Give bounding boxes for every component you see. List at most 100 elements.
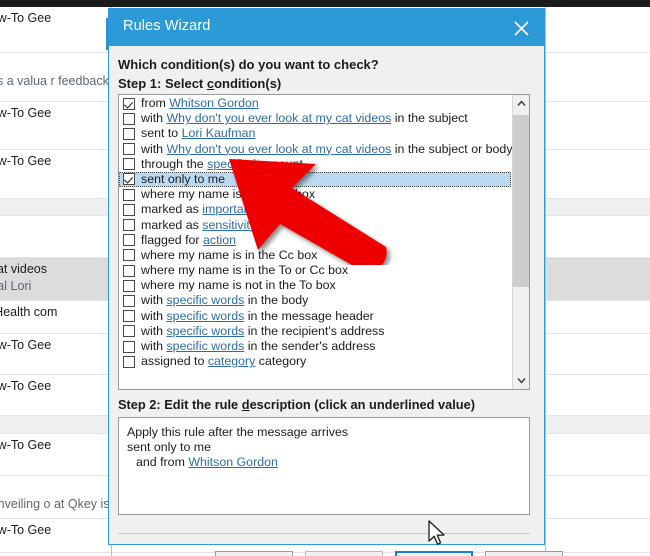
condition-text: where my name is in the To or Cc box [141, 263, 349, 278]
condition-value-link[interactable]: Why don't you ever look at my cat videos [166, 111, 391, 125]
condition-text: marked as [141, 202, 203, 217]
checkbox-icon[interactable] [123, 249, 135, 262]
close-icon [514, 21, 529, 36]
condition-text: in the sender's address [244, 339, 376, 353]
condition-text: where my name is in the To box [141, 187, 316, 202]
condition-item[interactable]: with Why don't you ever look at my cat v… [119, 141, 513, 157]
checkbox-icon[interactable] [123, 325, 135, 338]
checkbox-icon[interactable] [123, 340, 135, 353]
condition-question: Which condition(s) do you want to check? [118, 57, 379, 72]
condition-text: through the [141, 156, 208, 171]
condition-value-link[interactable]: action [203, 233, 236, 247]
checkbox-icon[interactable] [123, 143, 135, 156]
condition-value-link[interactable]: category [208, 354, 256, 368]
condition-item[interactable]: marked as importance [119, 202, 511, 217]
checkbox-icon[interactable] [123, 127, 135, 140]
dialog-body: Which condition(s) do you want to check?… [109, 46, 563, 556]
condition-value-link[interactable]: specified [207, 157, 256, 171]
checkbox-icon[interactable] [123, 203, 135, 216]
back-button: < Back [305, 551, 383, 556]
description-line-1: Apply this rule after the message arrive… [127, 425, 349, 439]
condition-list-box[interactable]: from Whitson Gordon with Why don't you ev… [118, 94, 530, 390]
condition-value-link[interactable]: specific words [166, 339, 244, 353]
condition-item[interactable]: through the specified account [119, 157, 511, 172]
condition-text: marked as [141, 217, 203, 232]
condition-item[interactable]: where my name is not in the To box [119, 278, 511, 293]
condition-text: assigned to [141, 354, 208, 369]
description-line-2: sent only to me [127, 440, 212, 454]
chevron-up-icon [517, 100, 526, 106]
condition-text: in the subject [391, 111, 468, 126]
rule-description-box[interactable]: Apply this rule after the message arrive… [118, 417, 530, 515]
condition-item[interactable]: where my name is in the To box [119, 187, 511, 202]
checkbox-icon[interactable] [123, 264, 135, 277]
condition-value-link[interactable]: Why don't you ever look at my cat videos [166, 142, 391, 156]
chevron-down-icon [517, 378, 526, 384]
checkbox-icon[interactable] [123, 355, 135, 368]
condition-item[interactable]: where my name is in the Cc box [119, 248, 511, 263]
step2-label: Step 2: Edit the rule description (click… [118, 397, 475, 412]
finish-button[interactable]: Finish [485, 551, 563, 556]
condition-text: in the subject or body [391, 141, 513, 156]
button-separator [118, 533, 530, 534]
checkbox-icon[interactable] [123, 294, 135, 307]
condition-text: flagged for [141, 232, 203, 247]
scrollbar-thumb[interactable] [513, 115, 529, 287]
condition-item[interactable]: with specific words in the recipient's a… [119, 324, 511, 339]
condition-item[interactable]: from Whitson Gordon [119, 96, 511, 111]
dialog-title-bar: Rules Wizard [109, 9, 544, 46]
condition-text: in the recipient's address [244, 323, 385, 338]
checkbox-icon[interactable] [123, 279, 135, 292]
condition-value-link[interactable]: specific words [166, 293, 244, 307]
condition-text: in the message header [244, 308, 374, 323]
condition-item[interactable]: with specific words in the sender's addr… [119, 339, 511, 354]
condition-value-link[interactable]: specific words [166, 309, 244, 323]
checkbox-icon[interactable] [123, 158, 135, 171]
condition-list: from Whitson Gordon with Why don't you ev… [119, 96, 513, 369]
condition-text: category [255, 354, 307, 369]
condition-list-scrollbar[interactable] [512, 95, 529, 389]
cancel-button[interactable]: Cancel [215, 551, 293, 556]
scroll-down-button[interactable] [513, 372, 529, 389]
condition-item[interactable]: sent to Lori Kaufman [119, 126, 511, 141]
condition-text: sent only to me [141, 171, 226, 186]
description-sender-link[interactable]: Whitson Gordon [188, 455, 278, 469]
condition-item[interactable]: with Why don't you ever look at my cat v… [119, 111, 511, 126]
pane-divider-right [545, 7, 546, 556]
screen: om the How-To Geeck Needed hope it was a… [0, 0, 650, 556]
condition-text: with [141, 339, 167, 353]
condition-value-link[interactable]: Whitson Gordon [169, 96, 259, 110]
condition-text: with [141, 323, 167, 338]
dialog-title: Rules Wizard [123, 18, 211, 34]
condition-value-link[interactable]: sensitivity [202, 218, 256, 232]
condition-item[interactable]: marked as sensitivity [119, 218, 511, 233]
condition-item[interactable]: flagged for action [119, 233, 511, 248]
next-button[interactable]: Next > [395, 551, 473, 556]
checkbox-icon[interactable] [123, 310, 135, 323]
condition-text: with [141, 308, 167, 323]
condition-text: in the body [244, 293, 309, 308]
condition-item[interactable]: where my name is in the To or Cc box [119, 263, 511, 278]
condition-value-link[interactable]: specific words [166, 324, 244, 338]
condition-value-link[interactable]: Lori Kaufman [182, 126, 256, 140]
condition-item[interactable]: with specific words in the body [119, 293, 511, 308]
condition-item[interactable]: with specific words in the message heade… [119, 309, 511, 324]
checkbox-checked-icon[interactable] [123, 97, 135, 110]
checkbox-icon[interactable] [123, 219, 135, 231]
step1-label: Step 1: Select condition(s) [118, 76, 282, 91]
condition-text: from [141, 96, 170, 110]
checkbox-icon[interactable] [123, 188, 135, 201]
condition-value-link[interactable]: importance [202, 202, 263, 216]
condition-item[interactable]: sent only to me [119, 171, 511, 188]
condition-text: with [141, 111, 167, 126]
condition-text: where my name is in the Cc box [141, 247, 318, 262]
checkbox-icon[interactable] [123, 234, 135, 247]
checkbox-icon[interactable] [123, 112, 135, 125]
condition-item[interactable]: assigned to category category [119, 354, 511, 369]
condition-text: account [256, 156, 303, 171]
scroll-up-button[interactable] [513, 95, 529, 112]
checkbox-checked-icon[interactable] [123, 173, 135, 186]
rules-wizard-dialog: Rules Wizard Which condition(s) do you w… [108, 8, 563, 556]
condition-text: with [141, 293, 167, 308]
close-button[interactable] [499, 9, 544, 46]
